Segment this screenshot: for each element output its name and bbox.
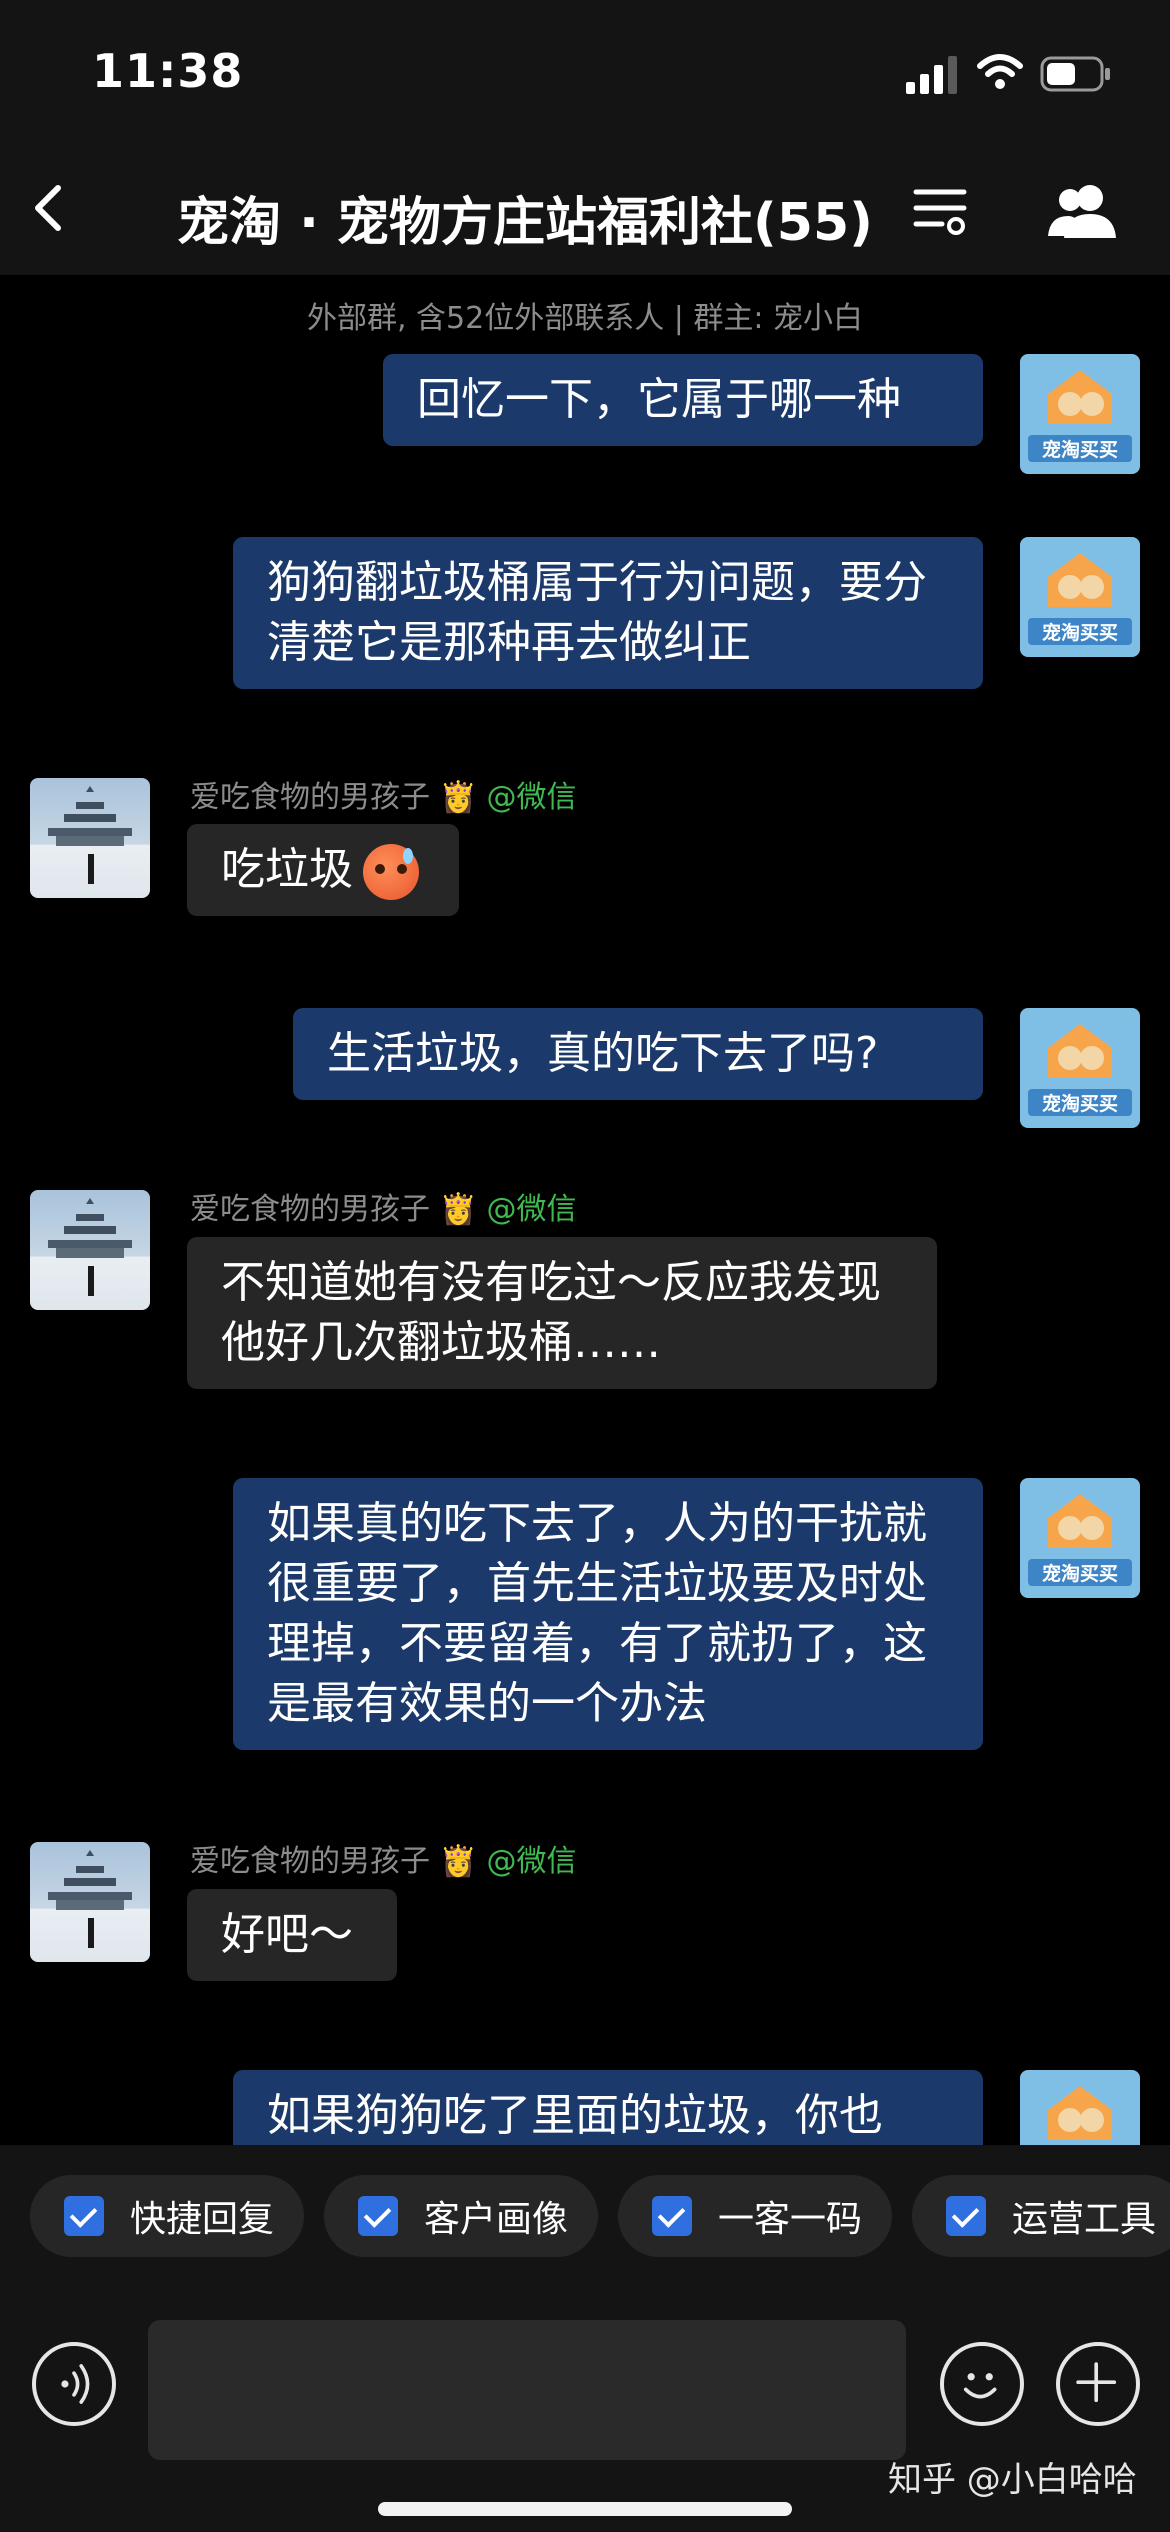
checkbox-icon bbox=[64, 2196, 104, 2236]
group-members-icon[interactable] bbox=[1046, 180, 1122, 240]
sender-name-text: 爱吃食物的男孩子 bbox=[190, 1192, 430, 1227]
house-logo-icon bbox=[1048, 2086, 1112, 2140]
message-bubble[interactable]: 好吧～ bbox=[187, 1889, 397, 1981]
quick-reply-button[interactable]: 快捷回复 bbox=[30, 2175, 305, 2257]
checkbox-icon bbox=[946, 2196, 986, 2236]
my-avatar[interactable]: 宠淘买买 bbox=[1020, 537, 1140, 657]
crown-emoji-icon: 👸 bbox=[439, 1192, 477, 1227]
contact-avatar[interactable] bbox=[30, 1190, 150, 1310]
one-customer-one-code-button[interactable]: 一客一码 bbox=[618, 2175, 893, 2257]
avatar-tag: 宠淘买买 bbox=[1028, 1089, 1132, 1116]
customer-profile-button[interactable]: 客户画像 bbox=[324, 2175, 599, 2257]
crown-emoji-icon: 👸 bbox=[439, 1844, 477, 1879]
home-indicator[interactable] bbox=[378, 2502, 792, 2516]
message-bubble[interactable]: 如果狗狗吃了里面的垃圾，你也 bbox=[233, 2070, 983, 2145]
message-bubble[interactable]: 不知道她有没有吃过～反应我发现他好几次翻垃圾桶…… bbox=[187, 1237, 937, 1389]
input-bar: 知乎 @小白哈哈 bbox=[0, 2290, 1170, 2532]
crown-emoji-icon: 👸 bbox=[439, 780, 477, 815]
my-avatar[interactable]: 宠淘买买 bbox=[1020, 354, 1140, 474]
cellular-signal-icon bbox=[906, 56, 957, 94]
avatar-tag: 宠淘买买 bbox=[1028, 1559, 1132, 1586]
more-options-plus-icon[interactable] bbox=[1056, 2342, 1140, 2426]
avatar-tag: 宠淘买买 bbox=[1028, 618, 1132, 645]
sender-source: @微信 bbox=[486, 780, 577, 815]
my-avatar[interactable]: 宠淘买买 bbox=[1020, 1008, 1140, 1128]
voice-input-icon[interactable] bbox=[32, 2342, 116, 2426]
temple-photo bbox=[48, 786, 132, 884]
one-customer-one-code-label: 一客一码 bbox=[718, 2199, 863, 2240]
sender-name-text: 爱吃食物的男孩子 bbox=[190, 780, 430, 815]
sender-name: 爱吃食物的男孩子 👸 @微信 bbox=[190, 1836, 576, 1880]
house-logo-icon bbox=[1048, 370, 1112, 424]
sender-name: 爱吃食物的男孩子 👸 @微信 bbox=[190, 772, 576, 816]
filter-list-icon[interactable] bbox=[912, 182, 968, 238]
operations-tools-button[interactable]: 运营工具 bbox=[912, 2175, 1170, 2257]
contact-avatar[interactable] bbox=[30, 1842, 150, 1962]
watermark: 知乎 @小白哈哈 bbox=[888, 2460, 1137, 2500]
checkbox-icon bbox=[358, 2196, 398, 2236]
my-avatar[interactable]: 宠淘买买 bbox=[1020, 2070, 1140, 2145]
message-bubble[interactable]: 狗狗翻垃圾桶属于行为问题，要分清楚它是那种再去做纠正 bbox=[233, 537, 983, 689]
my-avatar[interactable]: 宠淘买买 bbox=[1020, 1478, 1140, 1598]
operations-tools-label: 运营工具 bbox=[1012, 2199, 1157, 2240]
house-logo-icon bbox=[1048, 1024, 1112, 1078]
status-time: 11:38 bbox=[92, 44, 244, 98]
house-logo-icon bbox=[1048, 553, 1112, 607]
emoji-picker-icon[interactable] bbox=[940, 2342, 1024, 2426]
temple-photo bbox=[48, 1198, 132, 1296]
nav-bar: 宠淘 · 宠物方庄站福利社(55) bbox=[0, 140, 1170, 275]
sender-source: @微信 bbox=[486, 1192, 577, 1227]
message-input[interactable] bbox=[148, 2320, 906, 2460]
house-logo-icon bbox=[1048, 1494, 1112, 1548]
message-bubble[interactable]: 吃垃圾 bbox=[187, 824, 459, 916]
chat-message-list[interactable]: 外部群, 含52位外部联系人 | 群主: 宠小白 宠淘买买 回忆一下，它属于哪一… bbox=[0, 275, 1170, 2145]
contact-avatar[interactable] bbox=[30, 778, 150, 898]
chat-title: 宠淘 · 宠物方庄站福利社(55) bbox=[177, 193, 873, 253]
status-bar: 11:38 bbox=[0, 0, 1170, 140]
quick-reply-label: 快捷回复 bbox=[130, 2199, 275, 2240]
message-bubble[interactable]: 生活垃圾，真的吃下去了吗? bbox=[293, 1008, 983, 1100]
temple-photo bbox=[48, 1850, 132, 1948]
avatar-tag: 宠淘买买 bbox=[1028, 435, 1132, 462]
sender-name-text: 爱吃食物的男孩子 bbox=[190, 1844, 430, 1879]
sender-name: 爱吃食物的男孩子 👸 @微信 bbox=[190, 1184, 576, 1228]
back-chevron-icon[interactable] bbox=[20, 178, 80, 238]
message-bubble[interactable]: 如果真的吃下去了，人为的干扰就很重要了，首先生活垃圾要及时处理掉，不要留着，有了… bbox=[233, 1478, 983, 1750]
wifi-icon bbox=[977, 54, 1023, 89]
message-bubble[interactable]: 回忆一下，它属于哪一种 bbox=[383, 354, 983, 446]
message-text: 吃垃圾 bbox=[221, 844, 353, 895]
customer-profile-label: 客户画像 bbox=[424, 2199, 569, 2240]
group-notice: 外部群, 含52位外部联系人 | 群主: 宠小白 bbox=[306, 301, 864, 336]
quick-action-toolbar: 快捷回复 客户画像 一客一码 运营工具 bbox=[0, 2145, 1170, 2290]
sweating-face-emoji-icon bbox=[363, 844, 419, 900]
checkbox-icon bbox=[652, 2196, 692, 2236]
sender-source: @微信 bbox=[486, 1844, 577, 1879]
battery-icon bbox=[1040, 56, 1110, 92]
